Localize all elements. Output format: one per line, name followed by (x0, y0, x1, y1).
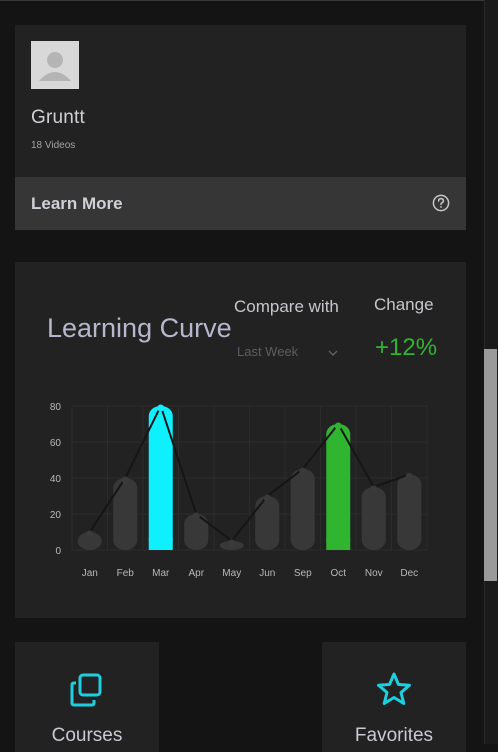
data-point-may (228, 539, 236, 547)
star-icon (374, 670, 414, 710)
y-tick-label: 60 (50, 438, 62, 449)
data-point-jan (86, 530, 94, 538)
scrollbar-thumb[interactable] (484, 349, 497, 581)
x-tick-label: May (222, 568, 241, 579)
x-tick-label: Jun (259, 568, 275, 579)
y-tick-label: 40 (50, 474, 62, 485)
x-tick-label: Sep (294, 568, 312, 579)
data-point-sep (299, 467, 307, 475)
copy-icon (67, 670, 107, 710)
bar-nov (361, 487, 386, 550)
bar-jun (255, 496, 280, 550)
bar-mar (148, 406, 173, 550)
x-tick-label: Feb (117, 568, 135, 579)
data-point-feb (121, 476, 129, 484)
user-name: Gruntt (31, 107, 85, 128)
bar-oct (326, 424, 351, 550)
x-tick-label: Dec (400, 568, 418, 579)
x-tick-label: Mar (152, 568, 170, 579)
avatar (31, 41, 79, 89)
question-circle-icon[interactable] (432, 194, 450, 212)
learning-curve-chart: 0 20 40 60 80 Jan Feb Mar Apr May Jun Sep Oct Nov Dec (50, 402, 428, 579)
bar-base-mar (148, 538, 173, 550)
profile-card: Gruntt 18 Videos Learn More (15, 25, 466, 230)
bar-dec (397, 474, 422, 550)
bar-base-oct (326, 538, 351, 550)
learn-more-button[interactable]: Learn More (15, 177, 466, 230)
learn-more-label: Learn More (31, 194, 123, 213)
y-tick-label: 20 (50, 510, 62, 521)
top-divider (0, 0, 484, 1)
favorites-tile[interactable]: Favorites (322, 642, 466, 752)
y-tick-label: 0 (55, 546, 61, 557)
data-point-oct (334, 422, 342, 430)
data-point-nov (370, 485, 378, 493)
bar-feb (113, 478, 138, 550)
data-point-mar (157, 404, 165, 412)
video-count: 18 Videos (31, 140, 76, 151)
x-tick-label: Jan (82, 568, 98, 579)
data-point-dec (405, 472, 413, 480)
learning-curve-card: Learning Curve Compare with Last Week Ch… (15, 262, 466, 618)
data-point-jun (263, 494, 271, 502)
x-tick-label: Oct (330, 568, 346, 579)
x-tick-label: Apr (188, 568, 204, 579)
courses-tile[interactable]: Courses (15, 642, 159, 752)
bar-sep (290, 469, 315, 550)
data-point-apr (192, 512, 200, 520)
x-tick-label: Nov (365, 568, 383, 579)
y-tick-label: 80 (50, 402, 62, 413)
